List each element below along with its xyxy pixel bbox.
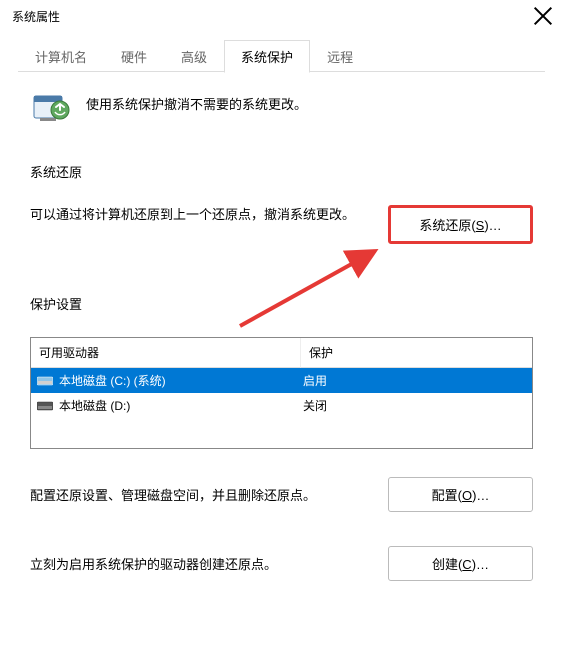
tab-bar: 计算机名 硬件 高级 系统保护 远程 xyxy=(0,32,563,72)
protection-settings-table: 可用驱动器 保护 本地磁盘 (C:) (系统) 启用 本地磁盘 (D:) xyxy=(30,337,533,449)
col-drive[interactable]: 可用驱动器 xyxy=(31,338,301,368)
close-icon xyxy=(533,6,553,26)
titlebar: 系统属性 xyxy=(0,0,563,32)
intro-text: 使用系统保护撤消不需要的系统更改。 xyxy=(86,90,307,113)
settings-section-title: 保护设置 xyxy=(30,294,533,313)
drive-icon xyxy=(37,375,53,387)
close-button[interactable] xyxy=(533,6,553,26)
drive-name: 本地磁盘 (D:) xyxy=(59,397,130,414)
system-restore-button[interactable]: 系统还原(S)… xyxy=(388,205,533,244)
status-cell: 启用 xyxy=(301,372,526,389)
tab-advanced[interactable]: 高级 xyxy=(164,40,224,72)
restore-description: 可以通过将计算机还原到上一个还原点，撤消系统更改。 xyxy=(30,205,368,226)
tab-remote[interactable]: 远程 xyxy=(310,40,370,72)
col-status[interactable]: 保护 xyxy=(301,338,532,368)
restore-section-title: 系统还原 xyxy=(30,162,533,181)
drive-cell: 本地磁盘 (D:) xyxy=(37,397,301,414)
drive-icon xyxy=(37,400,53,412)
window-title: 系统属性 xyxy=(12,8,60,25)
tab-system-protection[interactable]: 系统保护 xyxy=(224,40,310,73)
restore-row: 可以通过将计算机还原到上一个还原点，撤消系统更改。 系统还原(S)… xyxy=(30,205,533,244)
create-button[interactable]: 创建(C)… xyxy=(388,546,533,581)
table-body: 本地磁盘 (C:) (系统) 启用 本地磁盘 (D:) 关闭 xyxy=(31,368,532,448)
status-cell: 关闭 xyxy=(301,397,526,414)
configure-button[interactable]: 配置(O)… xyxy=(388,477,533,512)
table-header: 可用驱动器 保护 xyxy=(31,338,532,368)
configure-row: 配置还原设置、管理磁盘空间，并且删除还原点。 配置(O)… xyxy=(30,477,533,512)
drive-name: 本地磁盘 (C:) (系统) xyxy=(59,372,166,389)
table-row[interactable]: 本地磁盘 (D:) 关闭 xyxy=(31,393,532,418)
table-row[interactable]: 本地磁盘 (C:) (系统) 启用 xyxy=(31,368,532,393)
system-protection-icon xyxy=(30,90,70,126)
intro-row: 使用系统保护撤消不需要的系统更改。 xyxy=(30,90,533,126)
create-row: 立刻为启用系统保护的驱动器创建还原点。 创建(C)… xyxy=(30,546,533,581)
tab-hardware[interactable]: 硬件 xyxy=(104,40,164,72)
tab-computer-name[interactable]: 计算机名 xyxy=(18,40,104,72)
create-description: 立刻为启用系统保护的驱动器创建还原点。 xyxy=(30,554,368,573)
drive-cell: 本地磁盘 (C:) (系统) xyxy=(37,372,301,389)
configure-description: 配置还原设置、管理磁盘空间，并且删除还原点。 xyxy=(30,485,368,504)
tab-content: 使用系统保护撤消不需要的系统更改。 系统还原 可以通过将计算机还原到上一个还原点… xyxy=(0,72,563,581)
